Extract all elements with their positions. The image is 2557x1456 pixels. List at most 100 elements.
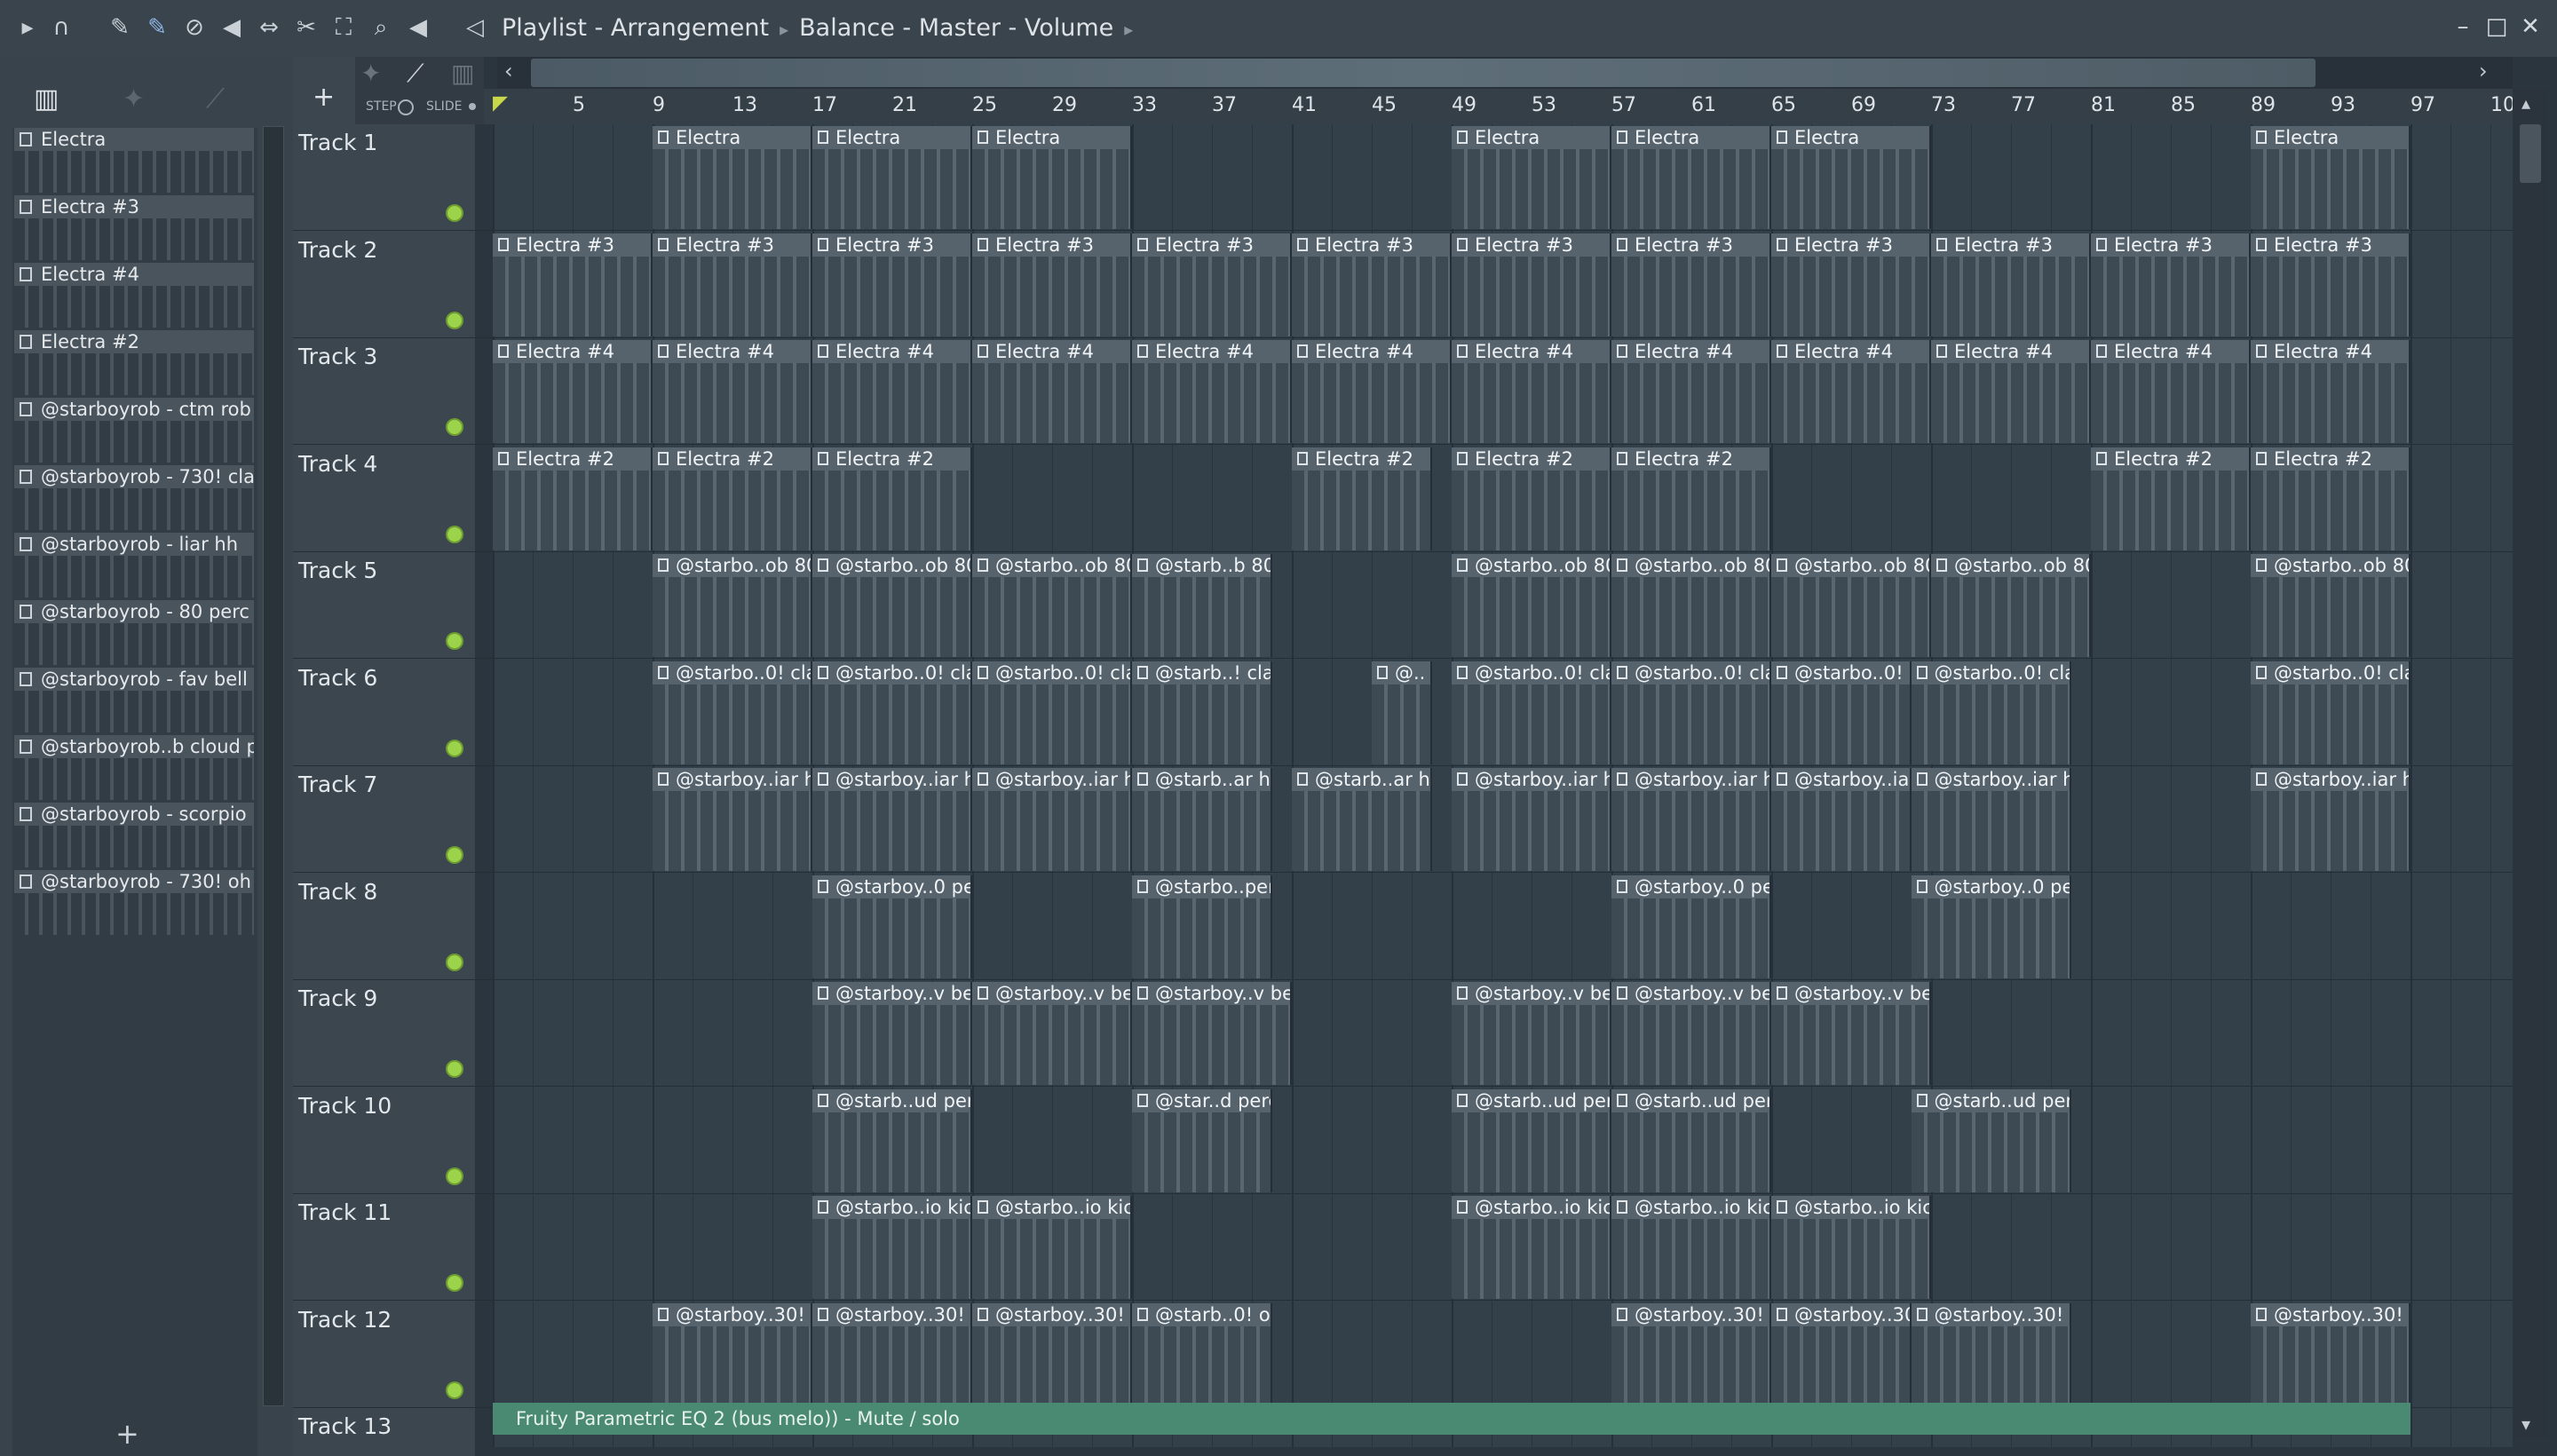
pattern-clip[interactable]: @starbo..0! clap: [1452, 661, 1611, 764]
pattern-clip[interactable]: Electra #3: [1452, 233, 1611, 336]
pattern-clip[interactable]: Electra #4: [1132, 340, 1292, 443]
pattern-clip[interactable]: @starboy..iar: [1771, 768, 1912, 871]
track-name[interactable]: Track 3: [298, 344, 377, 369]
pattern-clip[interactable]: @starboy..30!: [1771, 1302, 1912, 1406]
pattern-item[interactable]: Electra: [14, 128, 254, 193]
pattern-clip[interactable]: @starboy..v bell: [1452, 982, 1611, 1085]
pattern-clip[interactable]: @starboy..30! oh: [812, 1302, 972, 1406]
pattern-item[interactable]: @starboyrob - fav bell: [14, 668, 254, 732]
track-enable-led[interactable]: [446, 311, 463, 329]
pattern-clip[interactable]: @starboy..iar hh: [972, 768, 1132, 871]
pattern-clip[interactable]: @starboy..30! oh: [1911, 1302, 2071, 1406]
pattern-clip[interactable]: Electra #2: [493, 447, 653, 550]
pattern-clip[interactable]: @starboy..v bell: [812, 982, 972, 1085]
vertical-thumb[interactable]: [2520, 124, 2541, 183]
pattern-clip[interactable]: @starbo..io kick: [972, 1196, 1132, 1299]
pattern-item[interactable]: @starboyrob - 730! clap: [14, 465, 254, 530]
track-name[interactable]: Track 8: [298, 879, 377, 905]
pattern-item[interactable]: Electra #4: [14, 263, 254, 328]
track-enable-led[interactable]: [446, 204, 463, 222]
pattern-clip[interactable]: Electra #4: [1771, 340, 1931, 443]
automation-clip[interactable]: Fruity Parametric EQ 2 (bus melo)) - Mut…: [493, 1403, 2411, 1435]
pattern-clip[interactable]: @starboy..iar hh: [1611, 768, 1771, 871]
scroll-right-icon[interactable]: ›: [2479, 59, 2488, 83]
close-icon[interactable]: ✕: [2514, 11, 2546, 43]
playhead-marker-icon[interactable]: ◤: [493, 92, 508, 115]
pattern-clip[interactable]: @starboy..v bell: [1771, 982, 1931, 1085]
pattern-clip[interactable]: Electra #2: [2251, 447, 2411, 550]
pattern-clip[interactable]: Electra #4: [812, 340, 972, 443]
track-enable-led[interactable]: [446, 525, 463, 543]
track-name[interactable]: Track 11: [298, 1199, 392, 1225]
zoom-icon[interactable]: ⌕: [366, 12, 396, 43]
pattern-clip[interactable]: @starb..ud perc: [1611, 1088, 1771, 1192]
track-enable-led[interactable]: [446, 632, 463, 650]
pattern-clip[interactable]: @starbo..io kick: [1611, 1196, 1771, 1299]
step-toggle[interactable]: [398, 99, 414, 115]
pattern-clip[interactable]: @starb..ud perc: [1452, 1088, 1611, 1192]
pattern-clip[interactable]: Electra #4: [1292, 340, 1452, 443]
pattern-clip[interactable]: @starbo..0! clap: [653, 661, 812, 764]
pattern-clip[interactable]: Electra #3: [972, 233, 1132, 336]
pattern-clip[interactable]: Electra #3: [1132, 233, 1292, 336]
track-enable-led[interactable]: [446, 1167, 463, 1185]
pattern-clip[interactable]: @starbo..io kick: [812, 1196, 972, 1299]
track-enable-led[interactable]: [446, 846, 463, 864]
track-enable-led[interactable]: [446, 1274, 463, 1292]
track-enable-led[interactable]: [446, 739, 463, 757]
pattern-clip[interactable]: Electra #4: [1452, 340, 1611, 443]
pattern-clip[interactable]: @starb..0! oh: [1132, 1302, 1272, 1406]
waveform-icon[interactable]: ✦: [360, 59, 381, 88]
maximize-icon[interactable]: □: [2481, 11, 2513, 43]
pattern-clip[interactable]: @starbo..perc: [1132, 874, 1272, 978]
pattern-item[interactable]: Electra #3: [14, 195, 254, 260]
pattern-clip[interactable]: @starb..ar hh: [1132, 768, 1272, 871]
pattern-clip[interactable]: @starbo..ob 808: [812, 554, 972, 657]
automation-icon[interactable]: ⟋: [206, 83, 225, 115]
pattern-clip[interactable]: @starboy..30! oh: [653, 1302, 812, 1406]
pattern-clip[interactable]: @starboy..iar hh: [1452, 768, 1611, 871]
pattern-clip[interactable]: @star..d perc: [1132, 1088, 1272, 1192]
pattern-clip[interactable]: @starbo..0! clap: [972, 661, 1132, 764]
pattern-clip[interactable]: @starbo..ob 808: [2251, 554, 2411, 657]
track-name[interactable]: Track 7: [298, 772, 377, 797]
overview-scrollbar[interactable]: ‹ ›: [497, 57, 2513, 89]
select-icon[interactable]: ⛶: [329, 12, 359, 43]
pattern-clip[interactable]: @starbo..0! cl: [1771, 661, 1912, 764]
pattern-clip[interactable]: @starb..ud perc: [1911, 1088, 2071, 1192]
pattern-clip[interactable]: Electra #4: [1931, 340, 2091, 443]
pattern-clip[interactable]: Electra #2: [2091, 447, 2251, 550]
track-name[interactable]: Track 2: [298, 237, 377, 263]
scroll-down-icon[interactable]: ▾: [2521, 1413, 2530, 1435]
pattern-clip[interactable]: Electra: [1771, 126, 1931, 229]
pattern-clip[interactable]: @starb..b 808: [1132, 554, 1272, 657]
headphones-icon[interactable]: ∩: [46, 12, 76, 43]
track-name[interactable]: Track 13: [298, 1413, 392, 1439]
pattern-clip[interactable]: @starbo..io kick: [1452, 1196, 1611, 1299]
pattern-clip[interactable]: Electra: [812, 126, 972, 229]
pattern-clip[interactable]: Electra #3: [2251, 233, 2411, 336]
pattern-clip[interactable]: @starbo..ob 808: [972, 554, 1132, 657]
track-name[interactable]: Track 4: [298, 451, 377, 477]
pattern-clip[interactable]: @starboy..v bell: [1132, 982, 1292, 1085]
track-enable-led[interactable]: [446, 418, 463, 436]
pattern-clip[interactable]: Electra #2: [1611, 447, 1771, 550]
pattern-clip[interactable]: @starboy..0 perc: [1611, 874, 1771, 978]
pattern-clip[interactable]: @starboy..0 perc: [812, 874, 972, 978]
picker-scrollbar[interactable]: [263, 126, 284, 1406]
pattern-clip[interactable]: @starbo..ob 808: [1611, 554, 1771, 657]
pattern-clip[interactable]: Electra #3: [493, 233, 653, 336]
pattern-clip[interactable]: @starboy..30! oh: [972, 1302, 1132, 1406]
pattern-clip[interactable]: @starboy..0 perc: [1911, 874, 2071, 978]
automation-curve-icon[interactable]: ⟋: [407, 59, 424, 89]
pattern-clip[interactable]: Electra #4: [972, 340, 1132, 443]
pattern-clip[interactable]: @starbo..ob 808: [1452, 554, 1611, 657]
timeline-ruler[interactable]: ◤ 5 9 13 17 21 25 29 33 37 41 45 49 53 57 61 65 69 73 77 81…: [484, 89, 2515, 124]
pattern-clip[interactable]: Electra #2: [1292, 447, 1432, 550]
track-name[interactable]: Track 10: [298, 1093, 392, 1119]
pattern-clip[interactable]: @starbo..io kick: [1771, 1196, 1931, 1299]
play-icon[interactable]: ▸: [12, 12, 43, 43]
add-pattern-button[interactable]: +: [115, 1417, 139, 1451]
pattern-clip[interactable]: @..: [1372, 661, 1432, 764]
pattern-clip[interactable]: Electra: [1611, 126, 1771, 229]
